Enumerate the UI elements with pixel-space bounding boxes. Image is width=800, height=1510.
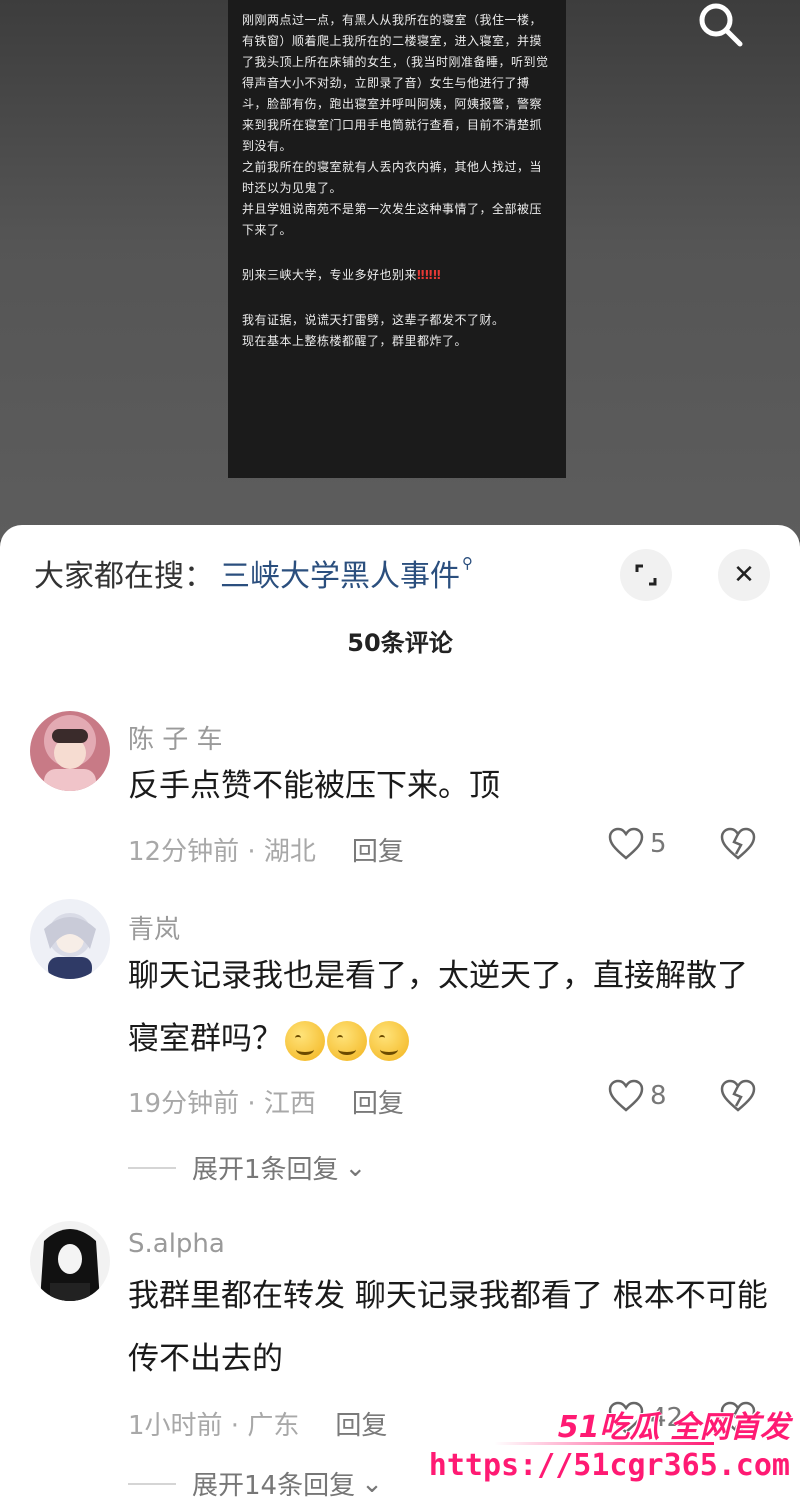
chevron-down-icon: ⌄ <box>361 1468 383 1499</box>
chat-screenshot: 刚刚两点过一点，有黑人从我所在的寝室（我住一楼，有铁窗）顺着爬上我所在的二楼寝室… <box>228 0 566 478</box>
screenshot-line: 并且学姐说南苑不是第一次发生这种事情了，全部被压下来了。 <box>242 202 543 237</box>
smile-emoji-icon <box>327 1020 367 1061</box>
heart-icon <box>608 827 644 860</box>
screenshot-line: 现在基本上整栋楼都醒了，群里都炸了。 <box>242 334 468 348</box>
reply-button[interactable]: 回复 <box>335 1405 387 1442</box>
divider <box>128 1166 176 1169</box>
expand-button[interactable] <box>620 549 672 601</box>
expand-replies-button[interactable]: 展开14条回复 ⌄ <box>128 1465 383 1502</box>
expand-replies-button[interactable]: 展开1条回复 ⌄ <box>128 1149 366 1186</box>
search-icon[interactable] <box>692 0 748 50</box>
comment-text: 反手点赞不能被压下来。顶 <box>128 768 500 804</box>
avatar[interactable] <box>30 899 110 979</box>
watermark: 51吃瓜 全网首发 https://51cgr365.com <box>429 1402 794 1502</box>
hot-search-row: 大家都在搜： 三峡大学黑人事件 ⚲ <box>34 551 473 595</box>
screenshot-line: 刚刚两点过一点，有黑人从我所在的寝室（我住一楼，有铁窗）顺着爬上我所在的二楼寝室… <box>242 13 549 153</box>
heart-icon <box>608 1079 644 1112</box>
comment-meta: 19分钟前 · 江西 回复 <box>128 1083 404 1120</box>
divider <box>128 1482 176 1485</box>
expand-replies-label: 展开14条回复 <box>192 1471 356 1501</box>
broken-heart-icon <box>720 1079 756 1112</box>
expand-replies-label: 展开1条回复 <box>192 1155 339 1185</box>
screenshot-line: 我有证据，说谎天打雷劈，这辈子都发不了财。 <box>242 313 505 327</box>
screenshot-line: 之前我所在的寝室就有人丢内衣内裤，其他人找过，当时还以为见鬼了。 <box>242 160 543 195</box>
smile-emoji-icon <box>285 1020 325 1061</box>
close-button[interactable]: ✕ <box>718 549 770 601</box>
broken-heart-icon <box>720 827 756 860</box>
screenshot-line: 别来三峡大学，专业多好也别来‼‼‼ <box>242 268 442 282</box>
comment-author[interactable]: 青岚 <box>128 909 180 946</box>
comment-text: 聊天记录我也是看了，太逆天了，直接解散了寝室群吗？ <box>128 945 768 1071</box>
comment-author[interactable]: 陈 子 车 <box>128 719 223 756</box>
watermark-brand: 51吃瓜 全网首发 <box>557 1410 790 1445</box>
exclamation-marks: ‼‼‼ <box>417 268 442 282</box>
comment-text: 我群里都在转发 聊天记录我都看了 根本不可能传不出去的 <box>128 1278 768 1377</box>
chevron-down-icon: ⌄ <box>344 1152 367 1183</box>
comment-author[interactable]: S.alpha <box>128 1229 225 1259</box>
like-button[interactable]: 8 <box>608 1079 667 1113</box>
hot-search-prefix: 大家都在搜： <box>34 559 214 594</box>
comment-meta: 1小时前 · 广东 回复 <box>128 1405 387 1442</box>
dislike-button[interactable] <box>720 827 756 865</box>
smile-emoji-icon <box>369 1020 409 1061</box>
comment-meta: 12分钟前 · 湖北 回复 <box>128 831 404 868</box>
comment-sheet: 大家都在搜： 三峡大学黑人事件 ⚲ ✕ 50条评论 陈 子 车 反手点赞不能被压… <box>0 525 800 1510</box>
like-count: 8 <box>650 1081 667 1111</box>
dislike-button[interactable] <box>720 1079 756 1117</box>
hot-search-link[interactable]: 三峡大学黑人事件 <box>220 551 460 595</box>
reply-button[interactable]: 回复 <box>352 831 404 868</box>
watermark-url: https://51cgr365.com <box>428 1448 790 1483</box>
small-search-icon: ⚲ <box>462 554 473 572</box>
comment-time-location: 19分钟前 · 江西 <box>128 1089 316 1119</box>
expand-icon <box>635 564 657 586</box>
comment-count: 50条评论 <box>347 629 453 657</box>
close-icon: ✕ <box>733 560 755 590</box>
reply-button[interactable]: 回复 <box>352 1083 404 1120</box>
comment-time-location: 1小时前 · 广东 <box>128 1411 300 1441</box>
avatar[interactable] <box>30 1221 110 1301</box>
avatar[interactable] <box>30 711 110 791</box>
like-button[interactable]: 5 <box>608 827 667 861</box>
like-count: 5 <box>650 829 667 859</box>
comment-time-location: 12分钟前 · 湖北 <box>128 837 316 867</box>
